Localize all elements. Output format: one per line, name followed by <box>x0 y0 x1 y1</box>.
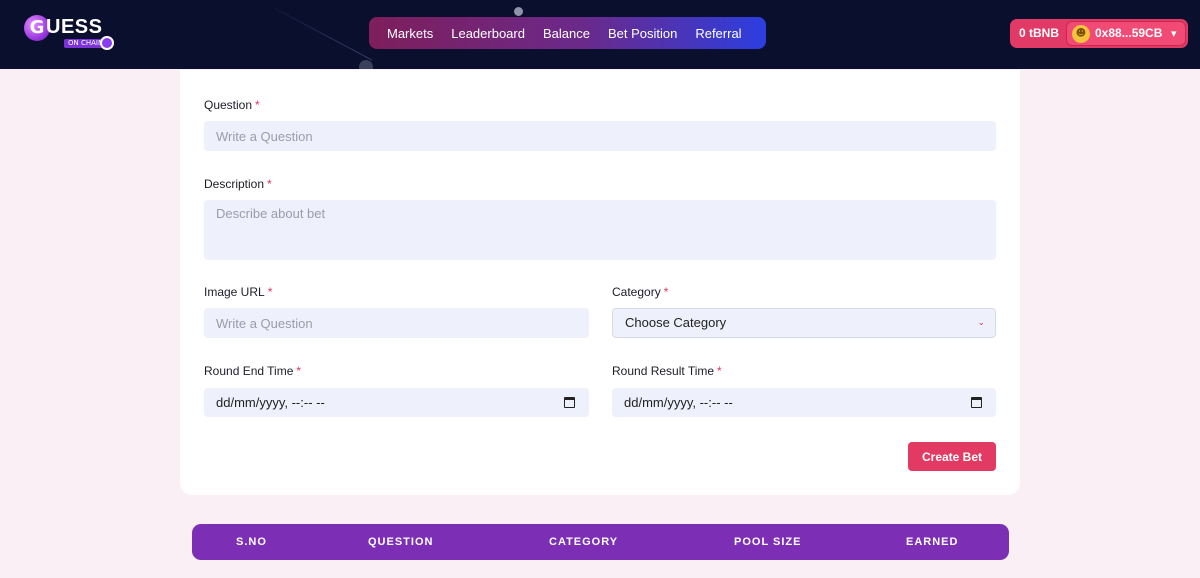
logo-word: UESS <box>46 16 103 38</box>
required-mark: * <box>663 285 669 299</box>
category-label: Category * <box>612 285 668 299</box>
required-mark: * <box>255 98 260 112</box>
required-mark: * <box>267 177 272 191</box>
wallet-account-button[interactable]: ☻ 0x88...59CB ▾ <box>1066 21 1186 46</box>
question-input[interactable] <box>204 121 996 151</box>
description-textarea[interactable] <box>204 200 996 260</box>
wallet-widget: 0 tBNB ☻ 0x88...59CB ▾ <box>1010 19 1188 48</box>
round-result-datetime-input[interactable]: dd/mm/yyyy, --:-- -- <box>612 388 996 417</box>
round-result-label-text: Round Result Time <box>612 364 715 378</box>
category-label-text: Category <box>612 285 661 299</box>
round-end-datetime-input[interactable]: dd/mm/yyyy, --:-- -- <box>204 388 589 417</box>
decorative-streak <box>274 8 373 61</box>
column-earned: EARNED <box>906 536 959 548</box>
image-url-label: Image URL * <box>204 285 272 299</box>
calendar-icon[interactable] <box>971 397 982 408</box>
column-sno: S.NO <box>236 536 267 548</box>
chevron-down-icon: ⌄ <box>977 318 985 328</box>
decorative-dot <box>514 7 523 16</box>
guess-logo[interactable]: G UESS ON CHAIN <box>24 13 116 53</box>
logo-ring-icon <box>100 36 114 50</box>
image-url-input[interactable] <box>204 308 589 338</box>
nav-leaderboard[interactable]: Leaderboard <box>451 26 525 41</box>
nav-balance[interactable]: Balance <box>543 26 590 41</box>
wallet-balance[interactable]: 0 tBNB <box>1019 19 1059 48</box>
create-bet-form: Question* Description* Image URL* Catego… <box>180 70 1020 495</box>
image-url-label-text: Image URL <box>204 285 265 299</box>
category-select-value: Choose Category <box>625 315 727 330</box>
round-end-label-text: Round End Time <box>204 364 294 378</box>
column-category: CATEGORY <box>549 536 619 548</box>
wallet-address: 0x88...59CB <box>1095 26 1163 40</box>
calendar-icon[interactable] <box>564 397 575 408</box>
nav-markets[interactable]: Markets <box>387 26 433 41</box>
question-label-text: Question <box>204 98 253 112</box>
decorative-dot <box>359 60 373 69</box>
bets-table-header: S.NO QUESTION CATEGORY POOL SIZE EARNED <box>192 524 1009 560</box>
column-pool-size: POOL SIZE <box>734 536 802 548</box>
avatar-icon: ☻ <box>1072 25 1090 43</box>
round-end-value: dd/mm/yyyy, --:-- -- <box>216 395 325 410</box>
question-label: Question * <box>204 98 260 112</box>
category-select[interactable]: Choose Category ⌄ <box>612 308 996 338</box>
create-bet-button[interactable]: Create Bet <box>908 442 996 471</box>
nav-bet-position[interactable]: Bet Position <box>608 26 677 41</box>
main-nav: Markets Leaderboard Balance Bet Position… <box>369 17 766 49</box>
chevron-down-icon: ▾ <box>1171 27 1177 40</box>
description-label-text: Description <box>204 177 265 191</box>
round-result-value: dd/mm/yyyy, --:-- -- <box>624 395 733 410</box>
description-label: Description * <box>204 177 272 191</box>
required-mark: * <box>296 364 302 378</box>
round-result-label: Round Result Time * <box>612 364 722 378</box>
required-mark: * <box>267 285 273 299</box>
top-header: G UESS ON CHAIN Markets Leaderboard Bala… <box>0 0 1200 69</box>
nav-referral[interactable]: Referral <box>695 26 741 41</box>
column-question: QUESTION <box>368 536 434 548</box>
required-mark: * <box>717 364 722 378</box>
round-end-label: Round End Time * <box>204 364 301 378</box>
